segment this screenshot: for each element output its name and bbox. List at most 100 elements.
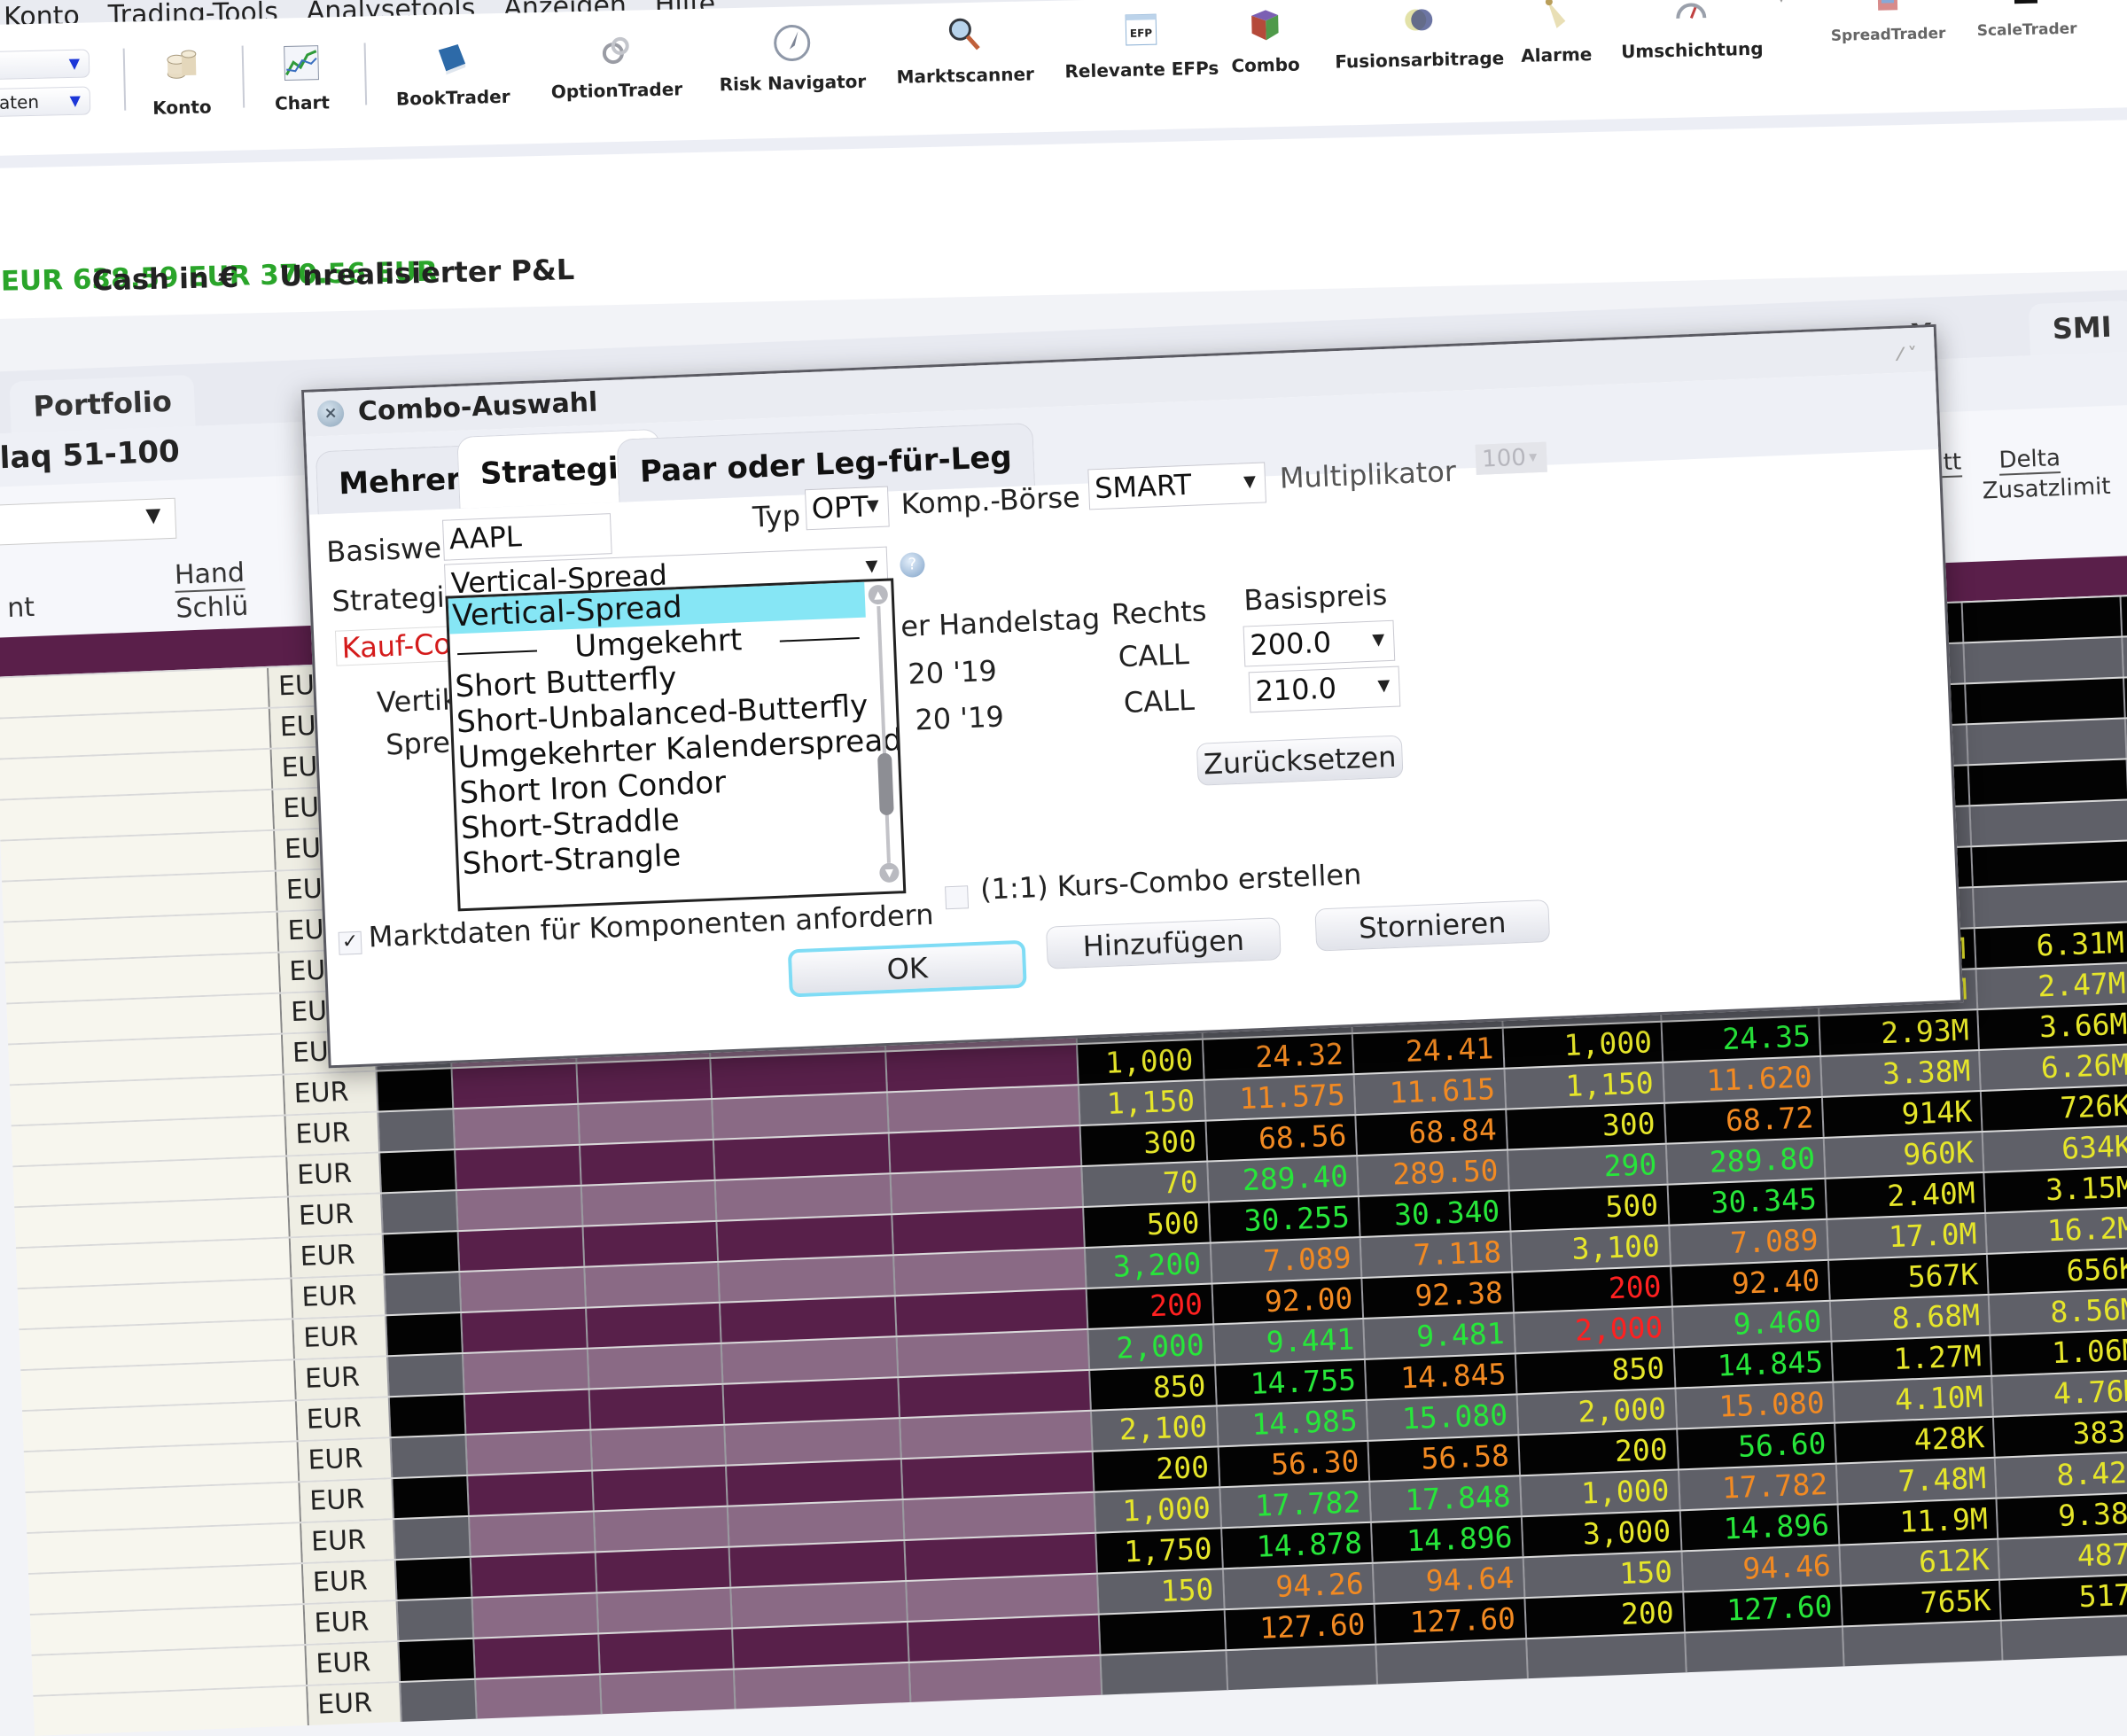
- quote-cell: 634K: [1983, 1126, 2127, 1172]
- chart-icon: [284, 45, 319, 82]
- typ-select[interactable]: OPT ▼: [804, 486, 890, 531]
- quote-cell: 3.66M: [1978, 1004, 2127, 1050]
- quote-cell: 1,000: [1520, 1470, 1681, 1516]
- quote-cell: 9.38M: [1997, 1492, 2127, 1538]
- toolbar-risk-navigator[interactable]: Risk Navigator: [718, 21, 867, 95]
- position-cell: [900, 1411, 1094, 1459]
- column-header-instrument[interactable]: nt: [7, 592, 35, 624]
- quote-cell: 9.460: [1672, 1301, 1833, 1347]
- column-header-delta[interactable]: Delta: [1998, 445, 2061, 476]
- quote-cell: 300: [1080, 1121, 1208, 1166]
- quote-cell: 30.345: [1668, 1179, 1828, 1225]
- unrealized-pnl-label: Unrealisierter P&L: [278, 253, 575, 293]
- leg-2-strike-select[interactable]: 210.0 ▼: [1248, 666, 1401, 713]
- currency-cell: EUR: [285, 1112, 380, 1156]
- currency-cell: EUR: [301, 1520, 396, 1563]
- quote-cell: 1,000: [1095, 1488, 1222, 1532]
- svg-text:EFP: EFP: [1130, 27, 1153, 40]
- toolbar-combo-1[interactable]: ▼: [0, 49, 90, 80]
- scroll-up-icon[interactable]: ▲: [868, 584, 889, 605]
- reset-button[interactable]: Zurücksetzen: [1196, 735, 1404, 786]
- toolbar-booktrader[interactable]: BookTrader: [394, 36, 510, 110]
- komp-boerse-select[interactable]: SMART ▼: [1087, 462, 1266, 510]
- typ-label: Typ: [752, 498, 801, 534]
- chevron-down-icon: ▼: [68, 54, 81, 73]
- toolbar-alarme[interactable]: Alarme: [1520, 0, 1593, 66]
- quote-cell: 3,200: [1086, 1243, 1213, 1288]
- tab-smi[interactable]: SMI: [2028, 300, 2127, 356]
- quote-cell: 4.10M: [1834, 1376, 1995, 1422]
- position-cell: [582, 1180, 718, 1226]
- toolbar-optiontrader[interactable]: OptionTrader: [549, 28, 682, 103]
- quote-cell: 2.93M: [1819, 1010, 1981, 1055]
- scrollbar-track[interactable]: [877, 605, 891, 863]
- cancel-button[interactable]: Stornieren: [1314, 899, 1551, 952]
- quote-cell: 92.00: [1212, 1278, 1365, 1324]
- quote-cell: 17.782: [1679, 1464, 1840, 1510]
- quote-cell: 567K: [1829, 1254, 1990, 1300]
- column-header-schl[interactable]: Schlü: [175, 591, 249, 625]
- quote-cell: 7.089: [1211, 1237, 1363, 1283]
- kurscombo-checkbox[interactable]: [945, 885, 970, 910]
- currency-cell: EUR: [306, 1642, 401, 1685]
- quote-cell: 6.26M: [1980, 1045, 2127, 1090]
- toolbar-spreadtrader[interactable]: SpreadTrader: [1829, 0, 1946, 45]
- leg-1-strike-select[interactable]: 200.0 ▼: [1243, 619, 1396, 667]
- close-icon[interactable]: ×: [316, 400, 345, 428]
- currency-cell: EUR: [300, 1479, 394, 1522]
- tab-portfolio[interactable]: Portfolio: [9, 374, 196, 433]
- column-basispreis: Basispreis: [1243, 578, 1388, 618]
- toolbar-relevante-efps[interactable]: EFP Relevante EFPs: [1064, 8, 1219, 82]
- ok-button[interactable]: OK: [787, 939, 1027, 998]
- window-controls-icon[interactable]: ⁄ ˅: [1898, 331, 1918, 377]
- kurscombo-checkbox-label[interactable]: (1:1) Kurs-Combo erstellen: [979, 857, 1362, 906]
- chevron-down-icon: ▼: [866, 495, 880, 516]
- quote-cell: 14.985: [1217, 1400, 1369, 1446]
- quote-cell: 1.27M: [1833, 1335, 1993, 1382]
- column-header-zusatzlimit[interactable]: Zusatzlimit: [1982, 473, 2111, 505]
- toolbar-relevante-efps-label: Relevante EFPs: [1064, 57, 1219, 82]
- toolbar-fusionsarbitrage[interactable]: Fusionsarbitrage: [1334, 0, 1504, 73]
- quote-cell: [1963, 596, 2123, 642]
- instrument-cell[interactable]: [33, 1685, 310, 1736]
- toolbar-scaletrader[interactable]: ScaleTrader: [1975, 0, 2077, 40]
- toolbar-chart[interactable]: Chart: [274, 42, 330, 114]
- chevron-down-icon: ▼: [1377, 675, 1391, 696]
- position-cell: [727, 1460, 904, 1506]
- column-header-hand[interactable]: Hand: [174, 557, 245, 593]
- toolbar-marktscanner[interactable]: Marktscanner: [895, 13, 1034, 88]
- toolbar-combo[interactable]: Combo: [1230, 4, 1300, 77]
- toolbar-umschichtung-label: Umschichtung: [1620, 37, 1764, 63]
- position-cell: [729, 1541, 907, 1587]
- position-cell: [733, 1622, 910, 1669]
- quote-cell: 3,000: [1522, 1511, 1683, 1557]
- quote-cell: 3.15M: [1984, 1167, 2127, 1212]
- toolbar-combo-2[interactable]: aten ▼: [0, 86, 91, 117]
- basiswert-input[interactable]: AAPL: [442, 513, 612, 561]
- scroll-down-icon[interactable]: ▼: [878, 862, 900, 884]
- quote-cell: 150: [1098, 1569, 1226, 1614]
- help-icon[interactable]: ?: [899, 551, 926, 579]
- toolbar-more-button[interactable]: ▾: [1777, 0, 1787, 7]
- quote-cell: 1,000: [1503, 1022, 1663, 1068]
- quote-cell: 56.30: [1219, 1441, 1371, 1487]
- quote-cell: 2.40M: [1826, 1172, 1987, 1218]
- toolbar-umschichtung[interactable]: Umschichtung: [1620, 0, 1764, 62]
- position-cell: [472, 1593, 600, 1638]
- position-cell: [901, 1452, 1095, 1499]
- currency-cell: EUR: [295, 1357, 390, 1400]
- partial-value: EUR: [0, 264, 64, 298]
- status-cell: [391, 1435, 469, 1478]
- marketdata-checkbox[interactable]: ✓: [338, 930, 362, 955]
- watchlist-select[interactable]: ▼: [0, 497, 177, 546]
- marketdata-checkbox-label[interactable]: Marktdaten für Komponenten anfordern: [368, 898, 934, 954]
- position-cell: [731, 1581, 908, 1628]
- quote-cell: [1843, 1621, 2004, 1667]
- scrollbar-thumb[interactable]: [877, 752, 894, 816]
- quote-cell: 15.080: [1676, 1382, 1836, 1429]
- add-button[interactable]: Hinzufügen: [1045, 917, 1282, 969]
- quote-cell: 17.782: [1219, 1482, 1373, 1528]
- quote-cell: 94.26: [1223, 1563, 1375, 1609]
- toolbar-konto[interactable]: Konto: [152, 46, 212, 119]
- quote-cell: 92.40: [1671, 1260, 1832, 1306]
